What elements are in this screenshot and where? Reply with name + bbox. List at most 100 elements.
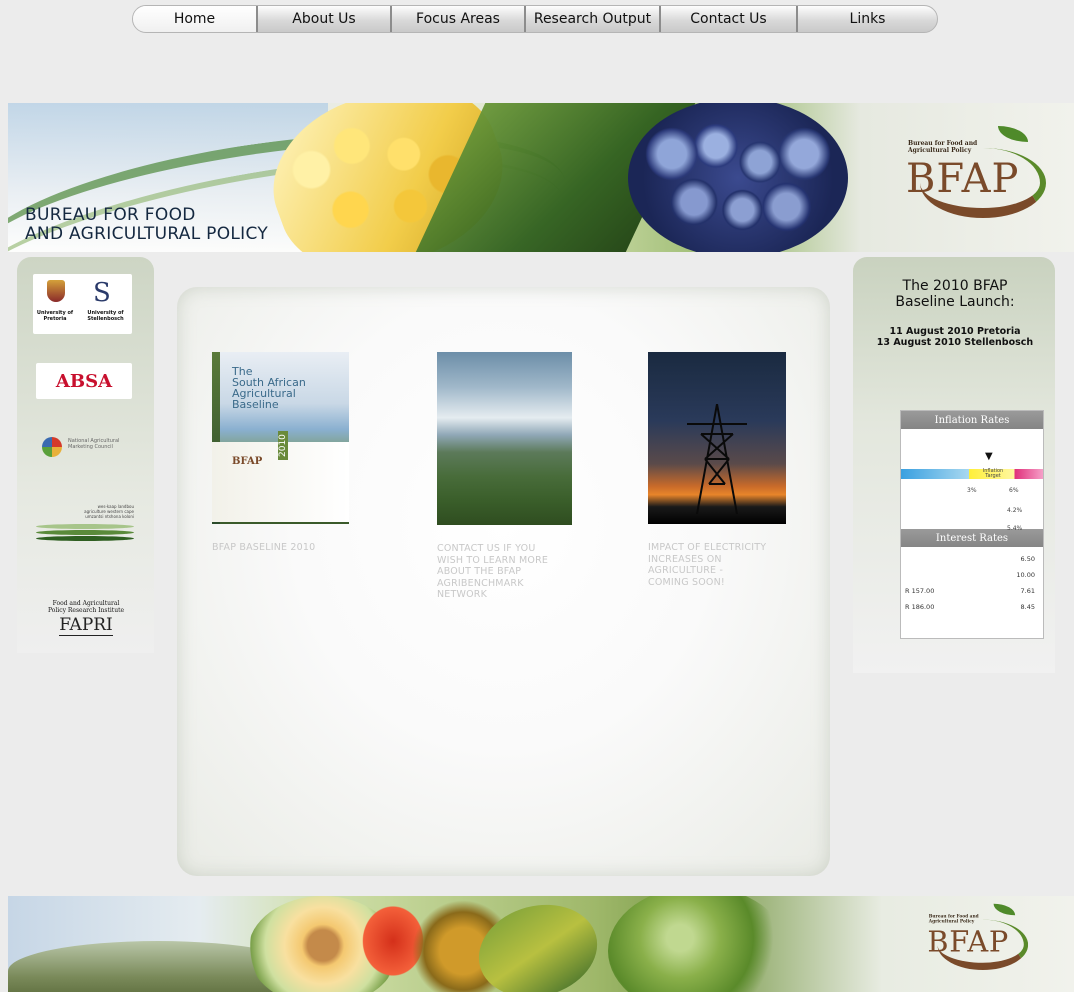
absa-text: ABSA <box>55 370 113 392</box>
logo-subtitle-line-1: Bureau for Food and <box>908 140 978 147</box>
card-caption[interactable]: IMPACT OF ELECTRICITY INCREASES ON AGRIC… <box>648 542 786 588</box>
western-cape-text: wes-kaap landbou agriculture western cap… <box>64 504 134 519</box>
caption-line-3: ABOUT THE BFAP <box>437 566 522 577</box>
content-panel: The South African Agricultural Baseline … <box>177 287 830 876</box>
pretoria-label: University of Pretoria <box>35 310 75 322</box>
caption-line-1: IMPACT OF ELECTRICITY <box>648 542 767 553</box>
rates-widget[interactable]: Inflation Rates ▼ Inflation Target 3% 6%… <box>900 410 1044 639</box>
footer-banner: Bureau for Food and Agricultural Policy … <box>8 896 1074 992</box>
power-lines-image[interactable] <box>648 352 786 524</box>
header-banner: BUREAU FOR FOOD AND AGRICULTURAL POLICY … <box>8 103 1074 252</box>
footer-bfap-logo[interactable]: Bureau for Food and Agricultural Policy … <box>923 898 1031 977</box>
namc-icon <box>42 437 62 457</box>
inflation-value-2: 5.4% <box>1007 525 1023 532</box>
logo-subtitle-line-2: Agricultural Policy <box>928 918 975 924</box>
caption-line-3: AGRICULTURE - <box>648 565 724 576</box>
caption-line-2: WISH TO LEARN MORE <box>437 554 549 566</box>
stripe-2 <box>36 530 134 535</box>
book-logo: BFAP <box>232 456 263 467</box>
nav-focus-areas[interactable]: Focus Areas <box>392 6 526 32</box>
caption-line-1: CONTACT US IF YOU <box>437 543 536 554</box>
book-year: 2010 <box>278 431 288 460</box>
interest-table: 6.50 10.00 R 157.00 7.61 R 186.00 8.45 <box>901 551 1043 615</box>
inflation-low-pct: 3% <box>967 487 977 494</box>
grapes-image <box>628 103 848 252</box>
card-agribenchmark[interactable]: CONTACT US IF YOU WISH TO LEARN MORE ABO… <box>437 352 572 601</box>
interest-row-value: 10.00 <box>1016 571 1035 579</box>
launch-dates: 11 August 2010 Pretoria 13 August 2010 S… <box>857 326 1053 348</box>
logo-text: BFAP <box>927 925 1010 959</box>
interest-row: R 157.00 7.61 <box>901 583 1043 599</box>
main-nav: Home About Us Focus Areas Research Outpu… <box>132 5 938 33</box>
launch-date-pretoria: 11 August 2010 Pretoria <box>889 326 1021 337</box>
fapri-subtitle-line-1: Food and Agricultural <box>52 600 120 607</box>
fapri-logo[interactable]: Food and Agricultural Policy Research In… <box>38 600 134 640</box>
launch-title-line-1: The 2010 BFAP <box>902 278 1008 294</box>
nav-links[interactable]: Links <box>798 6 937 32</box>
namc-logo[interactable]: National Agricultural Marketing Council <box>38 428 132 466</box>
bfap-logo[interactable]: Bureau for Food and Agricultural Policy … <box>900 118 1050 228</box>
namc-text-line-2: Marketing Council <box>68 444 113 450</box>
inflation-marker-icon: ▼ <box>985 451 993 462</box>
inflation-panel: ▼ Inflation Target 3% 6% 4.2% 5.4% <box>901 429 1043 532</box>
target-label-line-2: Target <box>985 473 1001 479</box>
site-title-line-1: BUREAU FOR FOOD <box>25 205 196 225</box>
card-caption[interactable]: BFAP BASELINE 2010 <box>212 542 349 554</box>
interest-row: R 186.00 8.45 <box>901 599 1043 615</box>
stripe-3 <box>36 536 134 541</box>
western-cape-text-line-3: umzantsi ntshona koloni <box>85 514 134 519</box>
caption-line-4: AGRIBENCHMARK <box>437 577 524 589</box>
site-title: BUREAU FOR FOOD AND AGRICULTURAL POLICY <box>25 206 268 244</box>
interest-row: 6.50 <box>901 551 1043 567</box>
nav-contact-us[interactable]: Contact Us <box>661 6 798 32</box>
launch-title-line-2: Baseline Launch: <box>895 294 1015 310</box>
stellenbosch-letter: S <box>93 278 111 308</box>
logo-leaf-icon <box>993 903 1016 916</box>
interest-row-value: 7.61 <box>1020 587 1035 595</box>
absa-logo[interactable]: ABSA <box>36 363 132 399</box>
caption-line-2: INCREASES ON <box>648 553 722 565</box>
inflation-high-pct: 6% <box>1009 487 1019 494</box>
card-baseline[interactable]: The South African Agricultural Baseline … <box>212 352 349 554</box>
inflation-target-label: Inflation Target <box>975 469 1011 479</box>
card-electricity[interactable]: IMPACT OF ELECTRICITY INCREASES ON AGRIC… <box>648 352 786 588</box>
inflation-value-1: 4.2% <box>1007 507 1023 514</box>
fapri-text: FAPRI <box>59 615 113 636</box>
interest-row-label: R 157.00 <box>905 587 935 595</box>
landscape-image[interactable] <box>437 352 572 525</box>
logo-text: BFAP <box>906 156 1020 202</box>
inflation-bar <box>901 469 1043 479</box>
university-logos[interactable]: S University of Pretoria University of S… <box>33 274 132 334</box>
logo-subtitle: Bureau for Food and Agricultural Policy <box>929 914 979 924</box>
book-title: The South African Agricultural Baseline <box>232 366 306 410</box>
western-cape-agriculture-logo[interactable]: wes-kaap landbou agriculture western cap… <box>36 500 136 544</box>
launch-date-stellenbosch: 13 August 2010 Stellenbosch <box>876 337 1034 348</box>
inflation-header: Inflation Rates <box>901 411 1043 429</box>
launch-title: The 2010 BFAP Baseline Launch: <box>857 278 1053 310</box>
pretoria-crest-icon <box>47 280 65 302</box>
caption-line-1: BFAP BASELINE 2010 <box>212 542 316 553</box>
caption-line-5: NETWORK <box>437 589 488 600</box>
logo-subtitle: Bureau for Food and Agricultural Policy <box>908 140 977 154</box>
baseline-book-cover[interactable]: The South African Agricultural Baseline … <box>212 352 349 524</box>
namc-text: National Agricultural Marketing Council <box>68 438 130 450</box>
interest-row-value: 8.45 <box>1020 603 1035 611</box>
logo-subtitle-line-2: Agricultural Policy <box>908 147 972 154</box>
green-grapes-image <box>608 896 788 992</box>
site-title-line-2: AND AGRICULTURAL POLICY <box>25 224 269 244</box>
fapri-subtitle-line-2: Policy Research Institute <box>47 607 125 614</box>
pretoria-label-line-2: Pretoria <box>43 316 67 322</box>
card-caption[interactable]: CONTACT US IF YOU WISH TO LEARN MORE ABO… <box>437 543 572 601</box>
pylon-icon <box>687 404 747 514</box>
nav-home[interactable]: Home <box>133 6 258 32</box>
logo-leaf-icon <box>998 126 1028 142</box>
stripe-1 <box>36 524 134 529</box>
book-title-line-4: Baseline <box>232 398 279 411</box>
stellenbosch-label: University of Stellenbosch <box>83 310 128 322</box>
stellenbosch-label-line-2: Stellenbosch <box>87 316 124 322</box>
nav-about-us[interactable]: About Us <box>258 6 392 32</box>
interest-row: 10.00 <box>901 567 1043 583</box>
interest-row-value: 6.50 <box>1020 555 1035 563</box>
nav-research-output[interactable]: Research Output <box>526 6 661 32</box>
interest-row-label: R 186.00 <box>905 603 935 611</box>
